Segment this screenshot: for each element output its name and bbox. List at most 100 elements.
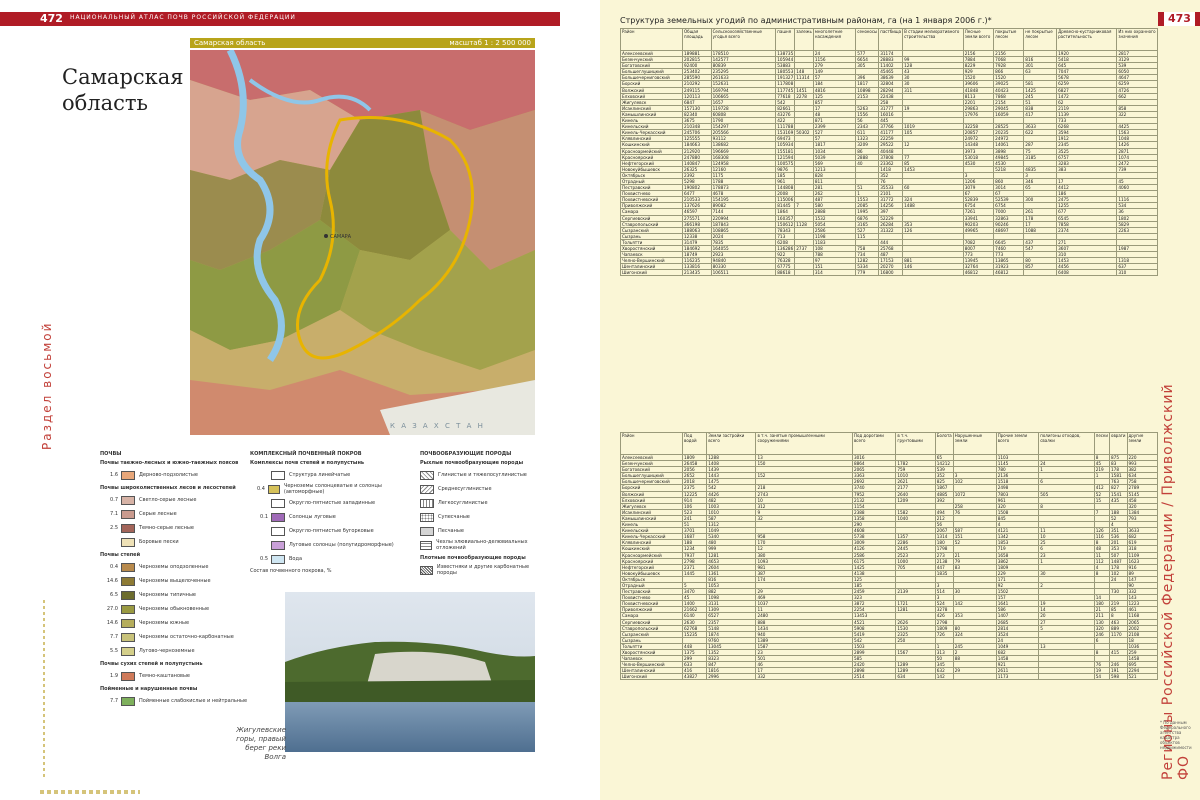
table-body: Алексеевский 189881 178510 138735 24 577 31174…	[620, 49, 1158, 277]
column-header: Лесные земли всего	[962, 28, 995, 51]
column-header: пастбища	[878, 28, 904, 51]
column-header: Прочие земли всего	[995, 432, 1040, 455]
table-cell: 213435	[682, 269, 712, 277]
legend-index: 14.6	[106, 578, 118, 584]
legend-hatch	[420, 498, 434, 508]
table-cell: 88618	[775, 269, 796, 277]
table-cell: 115006	[775, 196, 796, 204]
table-cell: 314	[812, 269, 857, 277]
legend-label: Супесчаные	[438, 514, 470, 520]
legend-hatch	[420, 470, 434, 480]
legend-row: 5.5 Лугово-черноземные	[100, 644, 260, 658]
legend-section-title: Пойменные и нарушенные почвы	[100, 686, 198, 692]
legend-row: Песчаные	[420, 524, 540, 538]
legend-swatch	[121, 495, 135, 505]
table-row: Шигонский 43827 2996 332 2514 634 142 1173 54 598…	[620, 673, 1158, 681]
legend-swatch	[121, 696, 135, 706]
legend-section-title: Рыхлые почвообразующие породы	[420, 460, 524, 466]
column-header: пашня	[775, 28, 796, 51]
landscape-photo	[285, 592, 535, 752]
column-header: В стадии мелиоративного строительства	[902, 28, 964, 51]
legend-hatch	[420, 526, 434, 536]
legend-row: Округло-пятнистые бугорковые	[250, 524, 400, 538]
legend-label: Черноземы обыкновенные	[139, 606, 210, 612]
legend-label: Лугово-черноземные	[139, 648, 195, 654]
column-header: Болота	[934, 432, 954, 455]
column-header: Сельскохозяйственные угодья всего	[710, 28, 777, 51]
table-cell: 117745	[775, 86, 796, 94]
legend-index: 7.1	[110, 511, 118, 517]
legend-rocks: ПОЧВООБРАЗУЮЩИЕ ПОРОДЫ Рыхлые почвообраз…	[420, 448, 540, 577]
legend-swatch	[121, 632, 135, 642]
legend-row: 1.6 Дерново-подзолистые	[100, 468, 260, 482]
legend-row: 2.5 Темно-серые лесные	[100, 521, 260, 535]
legend-hatch	[420, 540, 433, 550]
legend-label: Чехлы элювиально-делювиальных отложений	[436, 539, 528, 551]
table-cell: 121594	[775, 153, 796, 161]
table-row: Шигонский 213435 106511 88618 314 779 16800 468…	[620, 269, 1158, 277]
legend-section-title: Почвы широколиственных лесов и лесостепе…	[100, 485, 236, 491]
legend-row: Боровые пески	[100, 535, 260, 549]
legend-label: Округло-пятнистые бугорковые	[289, 528, 374, 534]
legend-label: Легкосуглинистые	[438, 500, 488, 506]
legend-swatch	[271, 540, 285, 550]
legend-label: Пойменные слабокислые и нейтральные	[139, 698, 248, 704]
legend-row: 0.5 Вода	[250, 552, 400, 566]
footnote: * По данным Федерального агентства кадас…	[1160, 720, 1192, 750]
legend-swatch	[271, 498, 285, 508]
table-cell: 180553	[775, 68, 796, 76]
legend-row: Легкосуглинистые	[420, 496, 540, 510]
soil-map-graphic: К А З А Х С Т А Н САМАРА	[190, 50, 535, 435]
legend-row: Структура линейчатые	[250, 468, 400, 482]
column-header: Древесно-кустарниковая растительность	[1056, 28, 1118, 51]
region-title-line2: область	[62, 91, 148, 115]
table-cell	[1038, 673, 1095, 681]
table-cell: 634	[895, 673, 936, 681]
legend-complex: КОМПЛЕКСНЫЙ ПОЧВЕННЫЙ ПОКРОВ Комплексы п…	[250, 448, 400, 574]
legend-swatch	[121, 509, 135, 519]
legend-swatch	[267, 484, 280, 494]
column-header: Под водой	[681, 432, 708, 455]
legend-index: 14.6	[106, 620, 118, 626]
table-cell	[1023, 269, 1058, 277]
legend-label: Структура линейчатые	[289, 472, 351, 478]
table-cell: 105944	[775, 56, 796, 64]
column-header: Земли застройки всего	[706, 432, 757, 455]
legend-note: Состав почвенного покрова, %	[250, 568, 332, 574]
legend-label: Дерново-подзолистые	[139, 472, 198, 478]
legend-label: Песчаные	[438, 528, 464, 534]
legend-row: 14.6 Черноземы южные	[100, 616, 260, 630]
legend-index: 2.5	[110, 525, 118, 531]
legend-index: 0.1	[260, 514, 268, 520]
right-page-number: 473	[1164, 12, 1195, 26]
legend-label: Темно-каштановые	[139, 673, 190, 679]
legend-label: Черноземы солонцеватые и солонцы (автомо…	[283, 483, 382, 495]
table-cell: 598	[1109, 673, 1128, 681]
table-cell: 43827	[681, 673, 708, 681]
photo-graphic	[285, 592, 535, 752]
map-header: Самарская область масштаб 1 : 2 500 000	[190, 38, 535, 48]
legend-label: Глинистые и тяжелосуглинистые	[438, 472, 527, 478]
legend-row: Глинистые и тяжелосуглинистые	[420, 468, 540, 482]
table-header-row: Район Под водой Земли застройки всего в т.ч…	[620, 432, 1158, 455]
legend-row: 7.7 Пойменные слабокислые и нейтральные	[100, 694, 260, 708]
district-name: Шигонский	[620, 269, 683, 277]
legend-swatch	[121, 604, 135, 614]
atlas-spread: 472 НАЦИОНАЛЬНЫЙ АТЛАС ПОЧВ РОССИЙСКОЙ Ф…	[0, 0, 1200, 800]
column-header: пески	[1093, 432, 1111, 455]
legend-index: 27.0	[106, 606, 118, 612]
legend-index: 0.4	[110, 564, 118, 570]
legend-row: Супесчаные	[420, 510, 540, 524]
column-header: многолетние насаждения	[812, 28, 857, 51]
legend-row: 7.7 Черноземы остаточно-карбонатные	[100, 630, 260, 644]
region-title-line1: Самарская	[62, 65, 184, 89]
legend-hatch	[420, 512, 434, 522]
legend-label: Черноземы остаточно-карбонатные	[139, 634, 234, 640]
legend-heading: ПОЧВЫ	[100, 451, 122, 457]
table-cell: 155181	[775, 147, 796, 155]
table-cell: 310	[1116, 269, 1158, 277]
legend-swatch	[121, 470, 135, 480]
legend-label: Серые лесные	[139, 511, 177, 517]
legend-row: 27.0 Черноземы обыкновенные	[100, 602, 260, 616]
column-header: в т.ч. занятые промышленными сооружениям…	[755, 432, 853, 455]
